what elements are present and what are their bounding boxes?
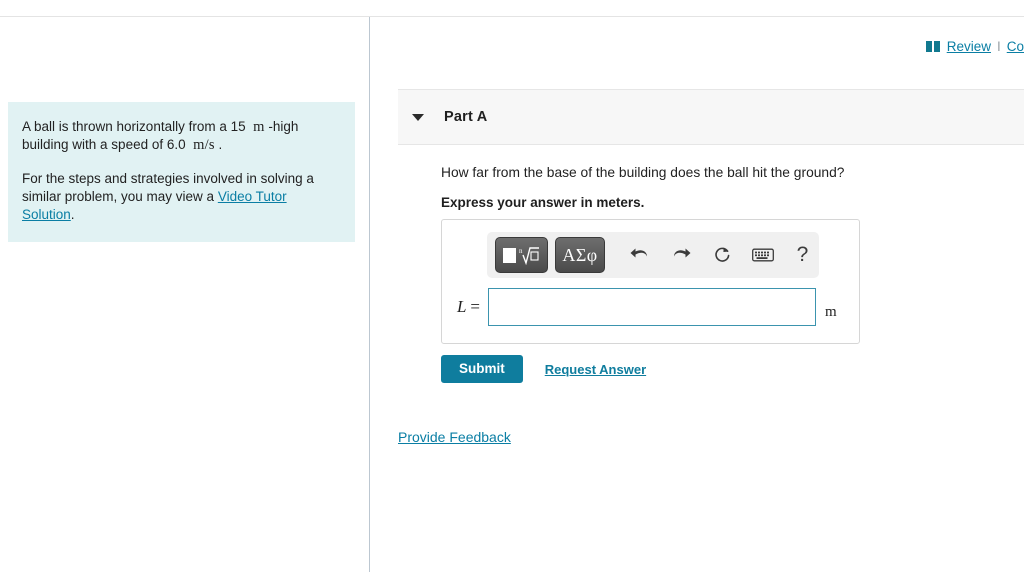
- unit-meters: m: [253, 119, 265, 135]
- answer-widget: n ΑΣφ ? L =: [441, 219, 860, 344]
- equals-sign: =: [470, 297, 480, 316]
- answer-input[interactable]: [488, 288, 816, 326]
- problem-paragraph-2: For the steps and strategies involved in…: [22, 170, 341, 224]
- instruction-text: Express your answer in meters.: [441, 195, 645, 210]
- submit-button[interactable]: Submit: [441, 355, 523, 383]
- part-a-body: How far from the base of the building do…: [441, 163, 1024, 210]
- problem-paragraph-1: A ball is thrown horizontally from a 15 …: [22, 118, 341, 154]
- keyboard-icon[interactable]: [747, 240, 780, 270]
- answer-variable-label: L =: [442, 297, 488, 317]
- provide-feedback-link[interactable]: Provide Feedback: [398, 429, 511, 445]
- help-icon[interactable]: ?: [786, 240, 819, 270]
- svg-text:n: n: [519, 247, 523, 255]
- nth-root-icon: n: [518, 245, 540, 265]
- caret-down-icon[interactable]: [412, 113, 424, 121]
- review-link[interactable]: Review: [947, 39, 991, 54]
- book-icon: [925, 41, 941, 52]
- variable-name: L: [457, 297, 467, 316]
- problem-statement-column: A ball is thrown horizontally from a 15 …: [0, 17, 369, 572]
- undo-icon[interactable]: [623, 240, 656, 270]
- assignment-column: Review I Co Part A How far from the base…: [370, 17, 1024, 572]
- math-templates-button[interactable]: n: [495, 237, 548, 273]
- part-a-header[interactable]: Part A: [398, 89, 1024, 145]
- question-text: How far from the base of the building do…: [441, 165, 845, 180]
- reset-icon[interactable]: [706, 240, 739, 270]
- answer-unit-label: m: [825, 304, 837, 320]
- answer-row: L =: [442, 288, 861, 326]
- greek-letters-button[interactable]: ΑΣφ: [554, 237, 606, 273]
- problem-text-period-2: .: [70, 207, 75, 222]
- constants-link[interactable]: Co: [1007, 39, 1024, 54]
- header-separator: I: [996, 39, 1001, 54]
- request-answer-link[interactable]: Request Answer: [545, 362, 646, 377]
- redo-icon[interactable]: [665, 240, 698, 270]
- submit-row: Submit Request Answer: [441, 355, 646, 383]
- problem-text-period: .: [218, 137, 223, 152]
- filled-square-icon: [502, 247, 516, 263]
- math-toolbar: n ΑΣφ ?: [487, 232, 819, 278]
- problem-statement-panel: A ball is thrown horizontally from a 15 …: [8, 102, 355, 242]
- unit-meters-per-second: m/s: [193, 137, 215, 153]
- part-a-title: Part A: [444, 109, 488, 125]
- header-links: Review I Co: [925, 39, 1024, 54]
- problem-text-part-1: A ball is thrown horizontally from a 15: [22, 119, 246, 134]
